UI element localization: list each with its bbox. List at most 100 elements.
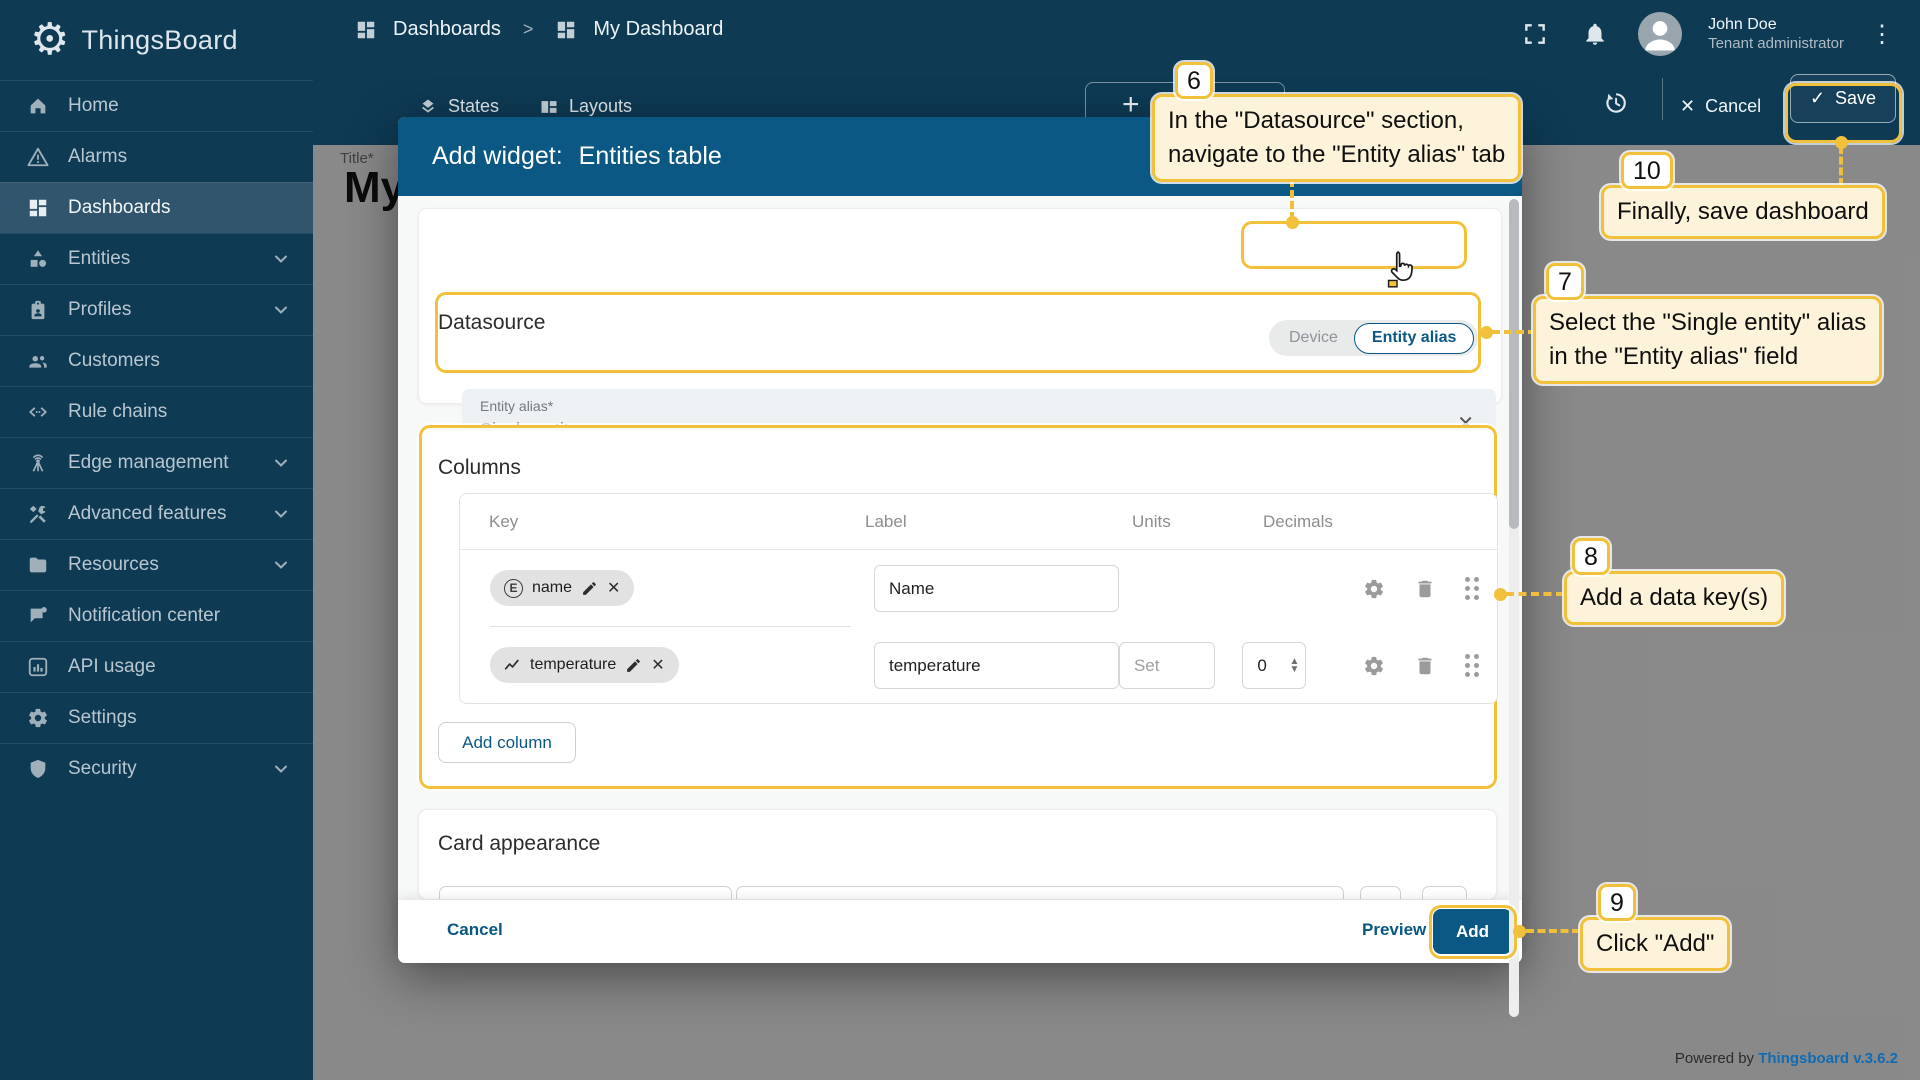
sidebar-item-dashboards[interactable]: Dashboards [0,182,313,233]
label-cell [851,565,1119,612]
remove-key-icon[interactable]: ✕ [607,578,620,598]
remove-key-icon[interactable]: ✕ [651,655,664,675]
dialog-title-prefix: Add widget: [432,142,563,171]
edit-pencil-icon[interactable] [625,657,642,674]
sidebar-item-advanced-features[interactable]: Advanced features [0,488,313,539]
callout-8-badge: 8 [1572,538,1610,575]
sidebar-item-security[interactable]: Security [0,743,313,794]
chevron-down-icon [271,759,291,779]
chevron-down-icon [271,555,291,575]
col-header-label: Label [865,512,1132,532]
modal-scrollbar-thumb[interactable] [1509,199,1519,529]
callout-8-dot [1494,588,1507,601]
callout-9-dot [1513,925,1526,938]
units-cell [1119,642,1242,689]
kebab-menu-icon[interactable]: ⋮ [1870,20,1894,49]
edit-pencil-icon[interactable] [581,580,598,597]
dashboard-cancel-button[interactable]: ✕ Cancel [1680,96,1761,117]
preview-button[interactable]: Preview [1362,920,1426,940]
breadcrumb-dashboards[interactable]: Dashboards [393,18,501,41]
dialog-footer: Cancel Preview Add [398,900,1522,963]
antenna-icon [26,451,50,475]
sidebar-item-api-usage[interactable]: API usage [0,641,313,692]
row-actions [1363,654,1497,678]
gear-icon[interactable] [1363,578,1385,600]
add-button[interactable]: Add [1433,909,1512,954]
table-row: temperature ✕ 0 ▲▼ [460,627,1497,704]
dialog-cancel-button[interactable]: Cancel [447,920,503,940]
dashboard-icon [555,19,577,41]
data-key-chip-temperature[interactable]: temperature ✕ [490,647,679,683]
breadcrumb-my-dashboard[interactable]: My Dashboard [593,18,723,41]
units-input[interactable] [1119,642,1215,689]
app-logo[interactable]: ⚙ ThingsBoard [0,0,313,80]
col-header-decimals: Decimals [1263,512,1497,532]
sidebar-item-resources[interactable]: Resources [0,539,313,590]
layouts-icon [539,97,559,117]
history-icon[interactable] [1598,86,1632,120]
card-appearance-card: Card appearance [418,809,1497,900]
chart-icon [26,655,50,679]
trash-icon[interactable] [1414,578,1436,600]
chevron-down-icon [271,249,291,269]
user-info[interactable]: John Doe Tenant administrator [1708,15,1844,54]
gear-icon[interactable] [1363,655,1385,677]
decimals-stepper[interactable]: 0 ▲▼ [1242,642,1306,689]
people-icon [26,349,50,373]
chevron-down-icon [271,504,291,524]
label-input[interactable] [874,565,1119,612]
sidebar-item-entities[interactable]: Entities [0,233,313,284]
notifications-bell-icon[interactable] [1578,17,1612,51]
appearance-field[interactable] [439,886,732,900]
sidebar-item-notification-center[interactable]: Notification center [0,590,313,641]
sidebar-item-rule-chains[interactable]: Rule chains [0,386,313,437]
sidebar-item-customers[interactable]: Customers [0,335,313,386]
sidebar-item-home[interactable]: Home [0,80,313,131]
callout-9-badge: 9 [1598,884,1636,921]
add-widget-dialog: Add widget: Entities table Datasource De… [398,117,1522,963]
entities-icon [26,247,50,271]
dashboard-save-button[interactable]: ✓ Save [1790,74,1896,123]
user-name: John Doe [1708,15,1844,35]
states-button[interactable]: States [418,96,499,117]
sidebar-item-alarms[interactable]: Alarms [0,131,313,182]
columns-card: Columns Key Label Units Decimals E name [419,425,1497,789]
dialog-title-widget: Entities table [579,142,722,171]
folder-icon [26,553,50,577]
sidebar: ⚙ ThingsBoard Home Alarms Dashboards Ent… [0,0,313,1080]
callout-6-text: In the "Datasource" section, navigate to… [1152,94,1521,182]
cursor-pointer-icon [1384,250,1418,288]
thingsboard-version-link[interactable]: Thingsboard v.3.6.2 [1758,1050,1898,1067]
appearance-field[interactable] [1360,886,1401,900]
callout-10-badge: 10 [1621,152,1673,189]
avatar[interactable] [1638,12,1682,56]
sidebar-item-edge-management[interactable]: Edge management [0,437,313,488]
stepper-arrows-icon[interactable]: ▲▼ [1289,658,1299,673]
tab-entity-alias[interactable]: Entity alias [1354,323,1474,354]
data-key-chip-name[interactable]: E name ✕ [490,570,634,606]
columns-table-header: Key Label Units Decimals [460,494,1497,550]
trash-icon[interactable] [1414,655,1436,677]
fullscreen-icon[interactable] [1518,17,1552,51]
callout-7-connector [1492,330,1536,334]
callout-9-text: Click "Add" [1580,917,1730,971]
key-cell: temperature ✕ [490,627,851,704]
appearance-field[interactable] [1422,886,1467,900]
sidebar-item-profiles[interactable]: Profiles [0,284,313,335]
powered-by: Powered by Thingsboard v.3.6.2 [1675,1050,1898,1067]
table-row: E name ✕ [460,550,1497,627]
add-column-button[interactable]: Add column [438,722,576,763]
breadcrumb: Dashboards > My Dashboard [355,18,723,41]
gear-icon [26,706,50,730]
tab-device[interactable]: Device [1273,329,1354,347]
drag-handle-icon[interactable] [1465,654,1480,678]
timeseries-icon [504,657,521,674]
label-input[interactable] [874,642,1119,689]
appearance-field[interactable] [736,886,1344,900]
drag-handle-icon[interactable] [1465,577,1480,601]
thingsboard-logo-icon: ⚙ [30,18,69,62]
datasource-heading: Datasource [438,311,545,335]
sidebar-item-settings[interactable]: Settings [0,692,313,743]
key-cell: E name ✕ [490,550,851,627]
layouts-button[interactable]: Layouts [539,96,632,117]
